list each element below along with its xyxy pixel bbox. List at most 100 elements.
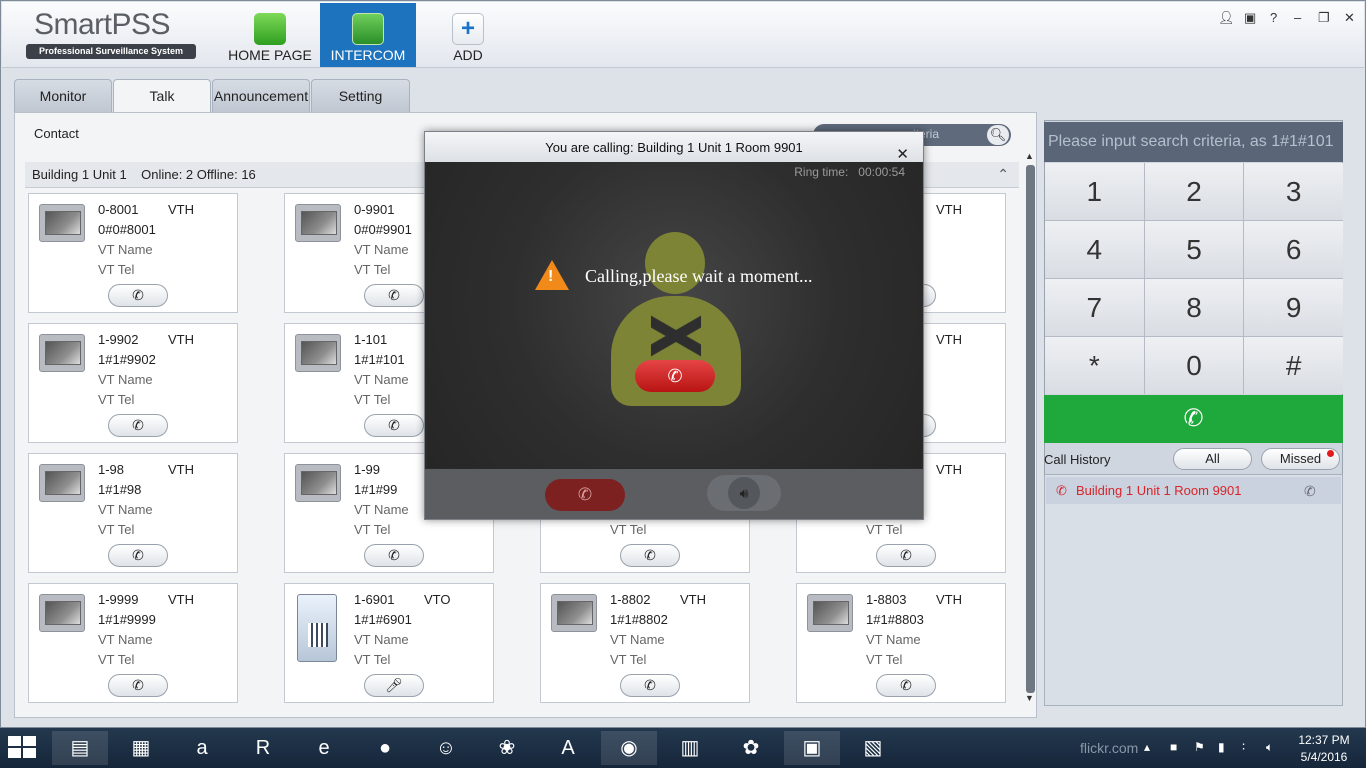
- calling-view: Ring time: 00:00:54 ! Calling,please wai…: [427, 162, 921, 468]
- tray-app-icon[interactable]: ■: [1170, 740, 1177, 754]
- phone-icon: ✆: [132, 287, 144, 303]
- filter-missed-button[interactable]: Missed: [1261, 448, 1340, 470]
- key-7[interactable]: 7: [1045, 279, 1144, 336]
- device-type: VTH: [936, 592, 962, 607]
- resource-monitor-icon[interactable]: ▧: [845, 731, 901, 765]
- tab-monitor[interactable]: Monitor: [14, 79, 112, 113]
- file-explorer-icon[interactable]: ▤: [52, 731, 108, 765]
- call-back-icon[interactable]: ✆: [1304, 483, 1316, 500]
- logo-text: SmartPSS: [34, 8, 171, 41]
- scrollbar[interactable]: ▲ ▼: [1024, 151, 1037, 706]
- device-number: 0#0#8001: [98, 222, 156, 237]
- device-vt-name: VT Name: [98, 242, 153, 257]
- device-vt-tel: VT Tel: [354, 262, 391, 277]
- device-number: 1#1#9902: [98, 352, 156, 367]
- smartpss-logo: SmartPSS Professional Surveillance Syste…: [26, 8, 198, 60]
- paint-icon[interactable]: ❀: [479, 731, 535, 765]
- call-history-label: Call History: [1044, 452, 1111, 467]
- scroll-up-arrow-icon[interactable]: ▲: [1025, 151, 1034, 161]
- device-card[interactable]: 1-8802 VTH 1#1#8802 VT Name VT Tel ✆: [540, 583, 750, 703]
- tray-flag-icon[interactable]: ⚑: [1194, 740, 1205, 754]
- restore-icon[interactable]: ❐: [1318, 10, 1330, 26]
- scrollbar-thumb[interactable]: [1026, 165, 1035, 693]
- wordpad-icon[interactable]: A: [540, 731, 596, 765]
- call-button[interactable]: ✆: [108, 544, 168, 567]
- key-1[interactable]: 1: [1045, 163, 1144, 220]
- store-icon[interactable]: ▦: [113, 731, 169, 765]
- key-4[interactable]: 4: [1045, 221, 1144, 278]
- call-button[interactable]: ✆: [876, 544, 936, 567]
- filter-all-button[interactable]: All: [1173, 448, 1252, 470]
- amazon-icon[interactable]: a: [174, 731, 230, 765]
- ring-time: Ring time: 00:00:54: [794, 165, 905, 179]
- hangup-button[interactable]: ✆: [635, 360, 715, 392]
- call-button[interactable]: ✆: [364, 544, 424, 567]
- device-card[interactable]: 1-98 VTH 1#1#98 VT Name VT Tel ✆: [28, 453, 238, 573]
- home-icon: [254, 13, 286, 45]
- key-6[interactable]: 6: [1244, 221, 1343, 278]
- help-icon[interactable]: ?: [1270, 10, 1277, 25]
- talk-button[interactable]: 🎤︎: [364, 674, 424, 697]
- chevron-up-icon[interactable]: ⌃: [997, 166, 1009, 183]
- keypad: 1 2 3 4 5 6 7 8 9 * 0 #: [1045, 163, 1343, 394]
- nav-add[interactable]: + ADD: [420, 3, 516, 67]
- device-number: 1#1#8803: [866, 612, 924, 627]
- winrar-icon[interactable]: ▥: [662, 731, 718, 765]
- key-star[interactable]: *: [1045, 337, 1144, 394]
- key-3[interactable]: 3: [1244, 163, 1343, 220]
- hangup-small-button[interactable]: ✆: [545, 479, 625, 511]
- tray-volume-icon[interactable]: 🔈︎: [1266, 740, 1273, 755]
- camera-icon[interactable]: ◉: [601, 731, 657, 765]
- close-icon[interactable]: ✕: [1344, 10, 1355, 26]
- key-2[interactable]: 2: [1144, 163, 1244, 220]
- qq-icon[interactable]: ☺: [418, 731, 474, 765]
- windows-start-icon[interactable]: [8, 736, 38, 760]
- device-card[interactable]: 1-8803 VTH 1#1#8803 VT Name VT Tel ✆: [796, 583, 1006, 703]
- scroll-down-arrow-icon[interactable]: ▼: [1025, 693, 1034, 703]
- call-button[interactable]: ✆: [876, 674, 936, 697]
- ie-icon[interactable]: e: [296, 731, 352, 765]
- call-button[interactable]: ✆: [108, 414, 168, 437]
- call-button[interactable]: ✆: [108, 284, 168, 307]
- call-button[interactable]: ✆: [620, 674, 680, 697]
- indoor-monitor-icon: [39, 204, 85, 242]
- tray-wifi-icon[interactable]: ∶: [1242, 740, 1245, 754]
- device-card[interactable]: 1-9999 VTH 1#1#9999 VT Name VT Tel ✆: [28, 583, 238, 703]
- calling-dialog: You are calling: Building 1 Unit 1 Room …: [424, 131, 924, 520]
- lock-icon[interactable]: ▣: [1244, 10, 1256, 26]
- nav-home-page[interactable]: HOME PAGE: [222, 3, 318, 67]
- tab-announcement[interactable]: Announcement: [212, 79, 310, 113]
- key-0[interactable]: 0: [1144, 337, 1244, 394]
- call-button[interactable]: ✆: [364, 284, 424, 307]
- key-9[interactable]: 9: [1244, 279, 1343, 336]
- dial-call-button[interactable]: ✆: [1044, 395, 1343, 443]
- tab-talk[interactable]: Talk: [113, 79, 211, 114]
- volume-button[interactable]: 🔊︎: [707, 475, 781, 511]
- tray-battery-icon[interactable]: ▮: [1218, 740, 1225, 754]
- search-icon[interactable]: 🔍︎: [987, 125, 1009, 145]
- nav-intercom[interactable]: INTERCOM: [320, 3, 416, 67]
- key-hash[interactable]: #: [1244, 337, 1343, 394]
- clock-date[interactable]: 5/4/2016: [1296, 750, 1352, 764]
- key-8[interactable]: 8: [1144, 279, 1244, 336]
- minimize-icon[interactable]: –: [1294, 10, 1301, 25]
- call-history-item[interactable]: Building 1 Unit 1 Room 9901: [1046, 477, 1341, 504]
- key-5[interactable]: 5: [1144, 221, 1244, 278]
- chrome-icon[interactable]: ●: [357, 731, 413, 765]
- person-icon[interactable]: 👤︎: [1218, 10, 1235, 26]
- phone-icon: ✆: [644, 677, 656, 693]
- call-button[interactable]: ✆: [108, 674, 168, 697]
- dial-search-input[interactable]: Please input search criteria, as 1#1#101: [1044, 122, 1343, 162]
- rp-icon[interactable]: R: [235, 731, 291, 765]
- tab-setting[interactable]: Setting: [311, 79, 410, 113]
- pinwheel-icon[interactable]: ✿: [723, 731, 779, 765]
- tray-network-icon[interactable]: ▴: [1144, 740, 1150, 754]
- clock-time[interactable]: 12:37 PM: [1296, 733, 1352, 747]
- device-card[interactable]: 1-6901 VTO 1#1#6901 VT Name VT Tel 🎤︎: [284, 583, 494, 703]
- device-vt-tel: VT Tel: [98, 652, 135, 667]
- device-card[interactable]: 1-9902 VTH 1#1#9902 VT Name VT Tel ✆: [28, 323, 238, 443]
- call-button[interactable]: ✆: [620, 544, 680, 567]
- remote-desktop-icon[interactable]: ▣: [784, 731, 840, 765]
- device-card[interactable]: 0-8001 VTH 0#0#8001 VT Name VT Tel ✆: [28, 193, 238, 313]
- call-button[interactable]: ✆: [364, 414, 424, 437]
